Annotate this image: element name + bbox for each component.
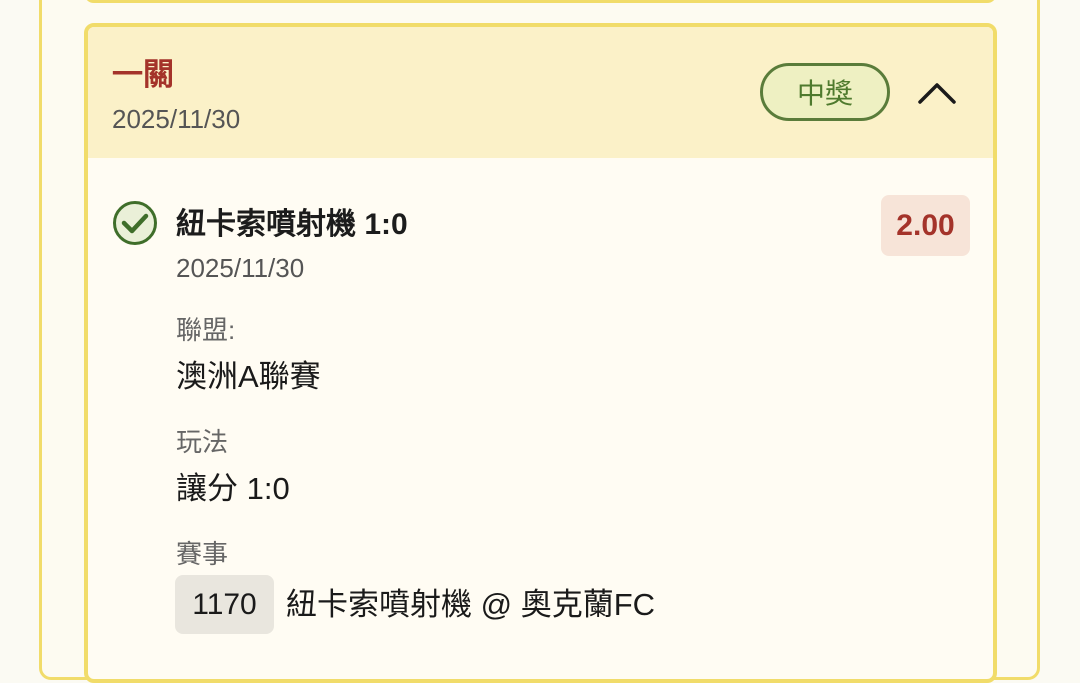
previous-bet-card[interactable] bbox=[84, 0, 997, 3]
league-value: 澳洲A聯賽 bbox=[176, 359, 321, 394]
status-badge: 中獎 bbox=[760, 63, 890, 121]
play-type-label: 玩法 bbox=[176, 427, 229, 457]
match-name: 紐卡索噴射機 @ 奧克蘭FC bbox=[286, 587, 656, 622]
selection-date: 2025/11/30 bbox=[176, 253, 305, 283]
odds-badge: 2.00 bbox=[881, 195, 970, 256]
league-label: 聯盟: bbox=[176, 315, 236, 345]
bet-card: 一關 2025/11/30 中獎 紐卡索噴射機 1:0 2025/11/30 2… bbox=[84, 23, 997, 683]
selection-title: 紐卡索噴射機 1:0 bbox=[176, 208, 408, 241]
bet-type-label: 一關 bbox=[112, 57, 174, 92]
bet-card-header[interactable]: 一關 2025/11/30 中獎 bbox=[88, 27, 993, 158]
check-circle-icon bbox=[112, 200, 158, 246]
match-id-chip: 1170 bbox=[175, 575, 274, 634]
match-label: 賽事 bbox=[176, 539, 229, 569]
chevron-up-icon[interactable] bbox=[914, 75, 960, 111]
play-type-value: 讓分 1:0 bbox=[176, 471, 290, 506]
bet-date: 2025/11/30 bbox=[112, 104, 241, 134]
